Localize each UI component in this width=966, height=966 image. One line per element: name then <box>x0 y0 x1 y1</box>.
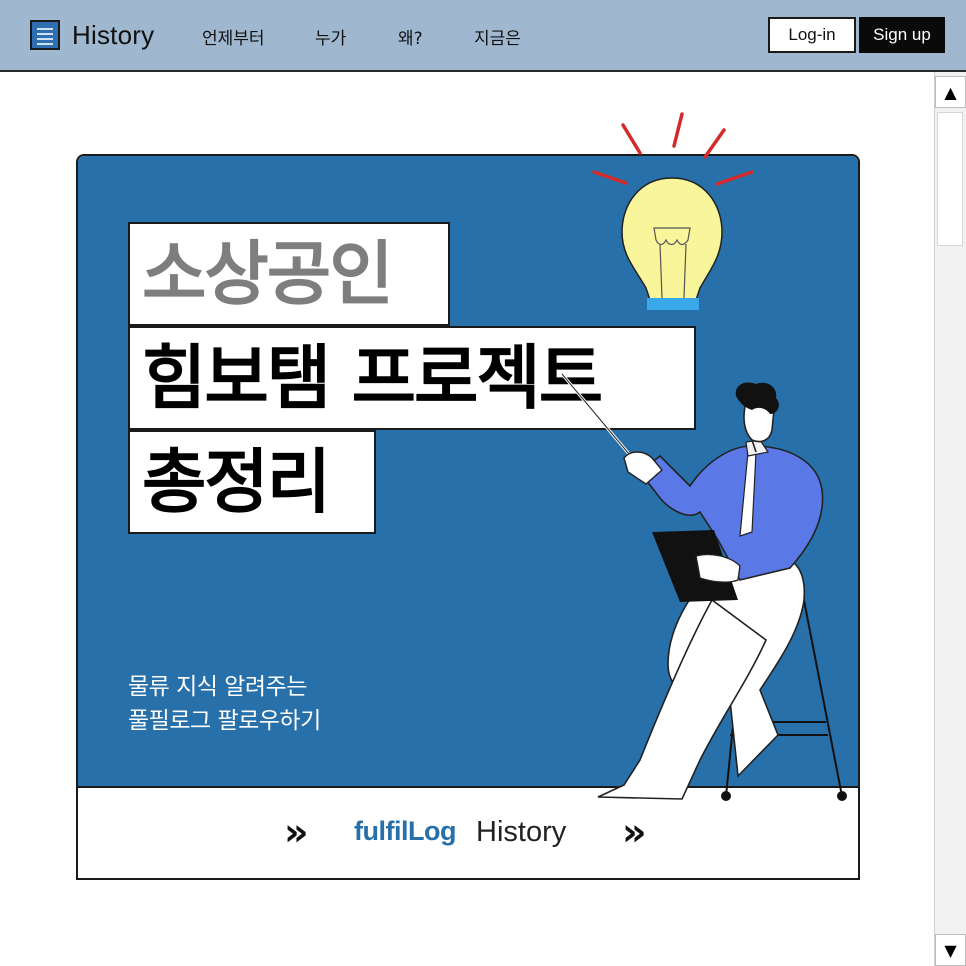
presenter-illustration <box>560 112 847 801</box>
lightbulb-icon <box>621 177 723 310</box>
scroll-thumb[interactable] <box>937 112 963 246</box>
pointer-stick <box>560 373 663 485</box>
triangle-down-icon[interactable]: ▼ <box>935 934 966 966</box>
presenter-head <box>735 382 779 453</box>
vertical-scrollbar[interactable]: ▲ ▼ <box>934 72 966 966</box>
light-rays-icon <box>592 112 754 186</box>
triangle-up-icon[interactable]: ▲ <box>935 76 966 108</box>
